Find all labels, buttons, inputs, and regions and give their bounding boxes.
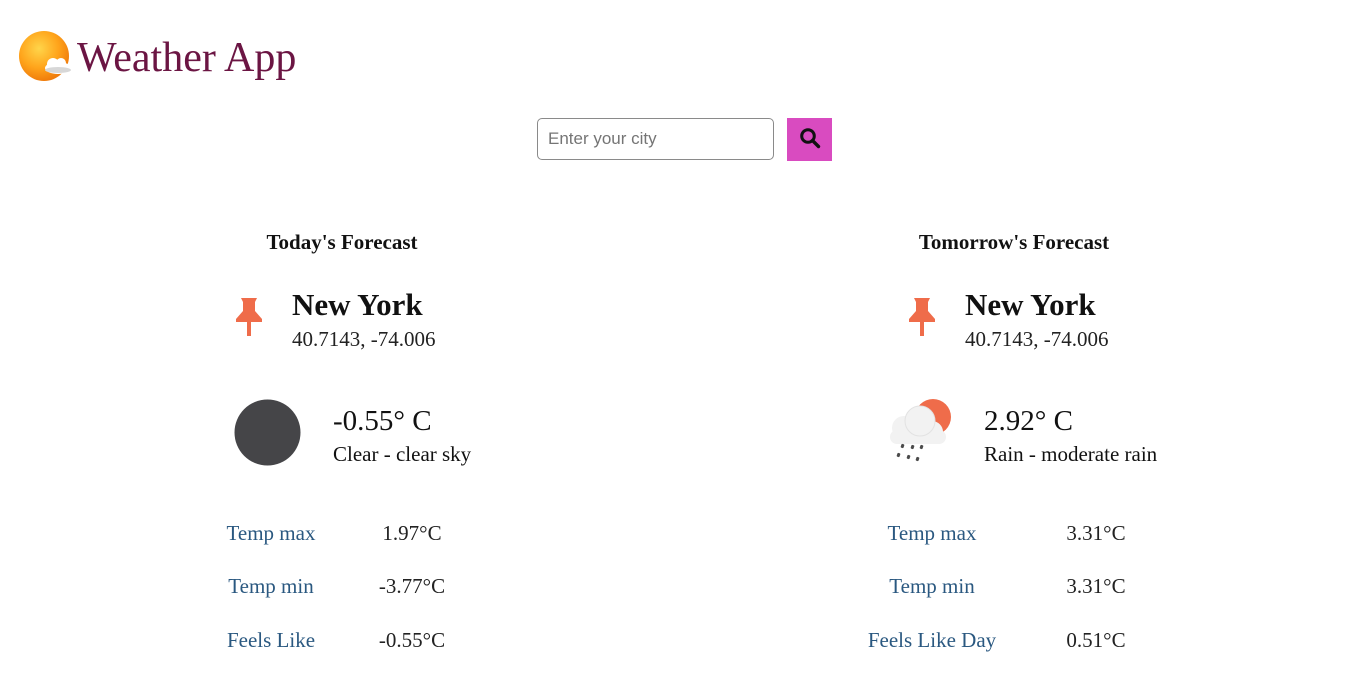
today-stat-label: Temp min [228,574,314,598]
tomorrow-forecast-title: Tomorrow's Forecast [918,230,1110,254]
search-button[interactable] [787,118,832,161]
rain-cloud-sun-icon [880,397,954,467]
tomorrow-stat-value: 0.51°C [1066,628,1126,652]
clear-night-icon [234,399,301,466]
tomorrow-description: Rain - moderate rain [984,442,1158,466]
today-description: Clear - clear sky [333,442,472,466]
tomorrow-stat-value: 3.31°C [1066,574,1126,598]
pushpin-icon [906,296,938,338]
today-coordinates: 40.7143, -74.006 [292,327,436,351]
today-temperature: -0.55° C [333,405,432,437]
tomorrow-city-name: New York [965,287,1096,322]
today-stat-label: Temp max [226,521,316,545]
today-city-name: New York [292,287,423,322]
tomorrow-temperature: 2.92° C [984,405,1073,437]
tomorrow-stat-value: 3.31°C [1066,521,1126,545]
city-search-input[interactable] [537,118,774,160]
tomorrow-stat-label: Feels Like Day [867,628,997,652]
today-stat-value: -3.77°C [378,574,446,598]
today-stat-label: Feels Like [226,628,316,652]
search-icon [799,127,821,152]
tomorrow-stat-label: Temp max [887,521,977,545]
today-forecast-title: Today's Forecast [266,230,418,254]
today-stat-value: -0.55°C [378,628,446,652]
pushpin-icon [233,296,265,338]
today-stat-value: 1.97°C [382,521,442,545]
sun-cloud-icon [18,30,72,84]
app-title: Weather App [77,35,297,81]
tomorrow-coordinates: 40.7143, -74.006 [965,327,1109,351]
tomorrow-stat-label: Temp min [889,574,975,598]
